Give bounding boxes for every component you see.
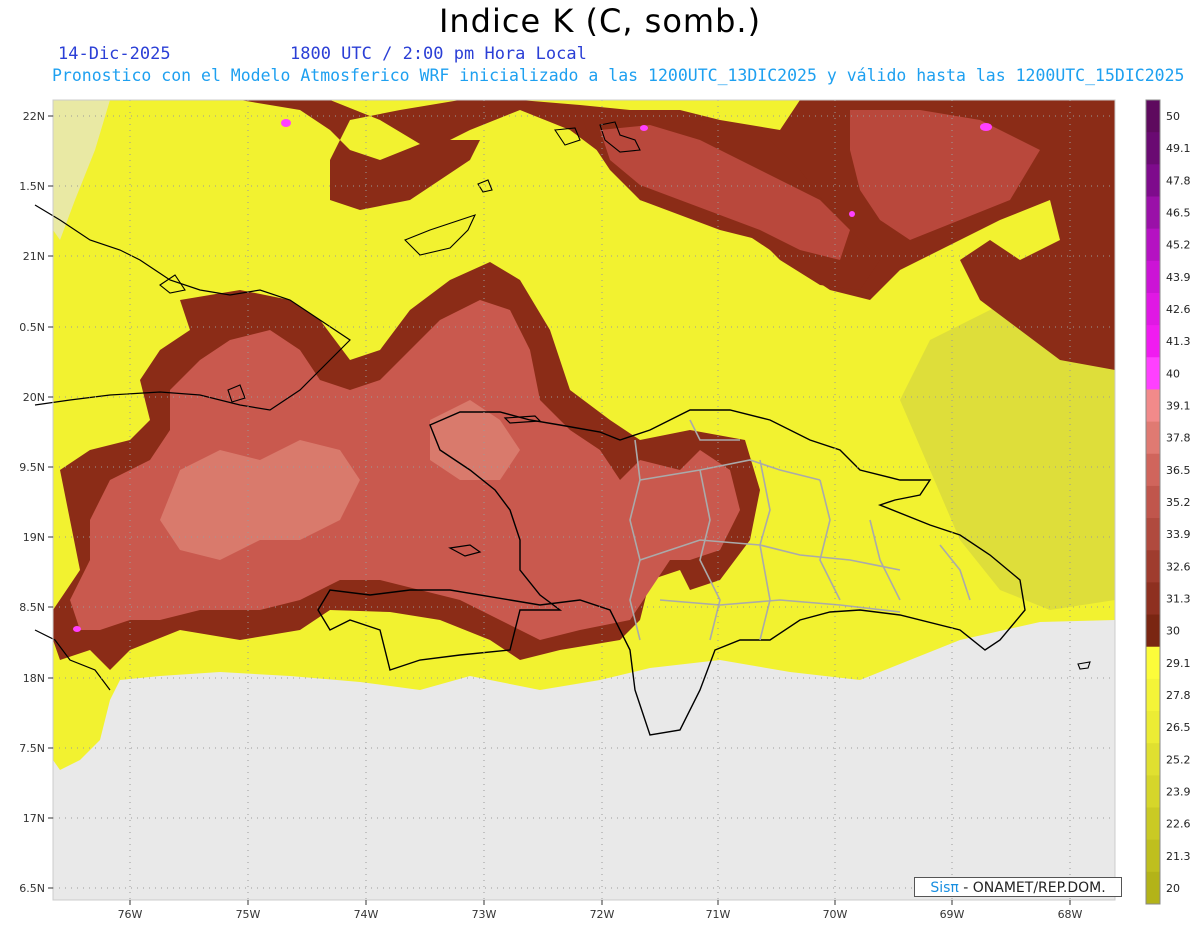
- lon-label: 70W: [823, 908, 848, 921]
- lon-label: 72W: [590, 908, 615, 921]
- lon-label: 73W: [472, 908, 497, 921]
- colorbar-label: 49.1: [1166, 142, 1191, 155]
- colorbar-swatch: [1146, 743, 1160, 776]
- colorbar-label: 36.5: [1166, 464, 1191, 477]
- colorbar-swatch: [1146, 646, 1160, 680]
- colorbar-swatch: [1146, 228, 1160, 262]
- lat-label: 8.5N: [19, 601, 45, 614]
- lon-label: 69W: [940, 908, 965, 921]
- lat-label: 0.5N: [19, 321, 45, 334]
- lat-label: 1.5N: [19, 180, 45, 193]
- magenta-spot: [640, 125, 648, 131]
- magenta-spot: [73, 626, 81, 632]
- colorbar-swatch: [1146, 196, 1160, 230]
- lat-label: 22N: [23, 110, 45, 123]
- lat-label: 18N: [23, 672, 45, 685]
- lat-label: 17N: [23, 812, 45, 825]
- magenta-spot: [980, 123, 992, 131]
- colorbar-label: 37.8: [1166, 432, 1191, 445]
- lon-label: 68W: [1058, 908, 1083, 921]
- credit-text: - ONAMET/REP.DOM.: [958, 880, 1106, 896]
- lon-label: 74W: [354, 908, 379, 921]
- colorbar-label: 26.5: [1166, 721, 1191, 734]
- credit-box: Sisπ - ONAMET/REP.DOM.: [914, 877, 1122, 897]
- colorbar-swatch: [1146, 871, 1160, 905]
- sispi-logo-text: Sisπ: [930, 880, 959, 896]
- colorbar-swatch: [1146, 839, 1160, 873]
- colorbar-swatch: [1146, 453, 1160, 487]
- magenta-spot: [849, 211, 855, 217]
- colorbar-swatch: [1146, 485, 1160, 519]
- colorbar-label: 32.6: [1166, 560, 1191, 573]
- lat-label: 6.5N: [19, 882, 45, 895]
- colorbar-swatch: [1146, 807, 1160, 841]
- magenta-spot: [281, 119, 291, 127]
- colorbar-swatch: [1146, 357, 1160, 390]
- colorbar-swatch: [1146, 100, 1160, 133]
- colorbar-label: 27.8: [1166, 689, 1191, 702]
- colorbar-label: 20: [1166, 882, 1180, 895]
- lon-label: 76W: [118, 908, 143, 921]
- colorbar-label: 43.9: [1166, 271, 1191, 284]
- colorbar-label: 31.3: [1166, 592, 1191, 605]
- colorbar-label: 47.8: [1166, 174, 1191, 187]
- lat-label: 19N: [23, 531, 45, 544]
- colorbar-swatch: [1146, 389, 1160, 423]
- colorbar-swatch: [1146, 550, 1160, 583]
- lat-label: 7.5N: [19, 742, 45, 755]
- colorbar-swatch: [1146, 421, 1160, 455]
- colorbar-label: 39.1: [1166, 400, 1191, 413]
- colorbar-label: 41.3: [1166, 335, 1191, 348]
- colorbar-swatch: [1146, 614, 1160, 648]
- colorbar-label: 33.9: [1166, 528, 1191, 541]
- colorbar-swatch: [1146, 164, 1160, 197]
- colorbar-label: 21.3: [1166, 850, 1191, 863]
- colorbar-swatch: [1146, 678, 1160, 712]
- colorbar-swatch: [1146, 518, 1160, 551]
- colorbar-label: 30: [1166, 625, 1180, 638]
- k-index-map: 22N 1.5N 21N 0.5N 20N 9.5N 19N 8.5N 18N …: [19, 99, 1191, 921]
- colorbar-label: 25.2: [1166, 753, 1191, 766]
- colorbar-label: 45.2: [1166, 239, 1191, 252]
- lon-label: 71W: [706, 908, 731, 921]
- lat-label: 9.5N: [19, 461, 45, 474]
- colorbar-label: 23.9: [1166, 785, 1191, 798]
- colorbar-label: 50: [1166, 110, 1180, 123]
- colorbar-swatch: [1146, 711, 1160, 744]
- lat-label: 21N: [23, 250, 45, 263]
- colorbar-swatch: [1146, 292, 1160, 326]
- colorbar-swatch: [1146, 775, 1160, 809]
- colorbar-label: 29.1: [1166, 657, 1191, 670]
- colorbar-label: 22.6: [1166, 818, 1191, 831]
- colorbar-swatch: [1146, 325, 1160, 358]
- colorbar-swatch: [1146, 582, 1160, 616]
- lon-label: 75W: [236, 908, 261, 921]
- colorbar-label: 40: [1166, 367, 1180, 380]
- colorbar-label: 42.6: [1166, 303, 1191, 316]
- colorbar-swatch: [1146, 132, 1160, 165]
- colorbar-label: 46.5: [1166, 207, 1191, 220]
- colorbar-label: 35.2: [1166, 496, 1191, 509]
- lat-label: 20N: [23, 391, 45, 404]
- colorbar: 50 49.1 47.8 46.5 45.2 43.9 42.6 41.3 40 39.1 37.8…: [1145, 99, 1191, 905]
- colorbar-swatch: [1146, 260, 1160, 294]
